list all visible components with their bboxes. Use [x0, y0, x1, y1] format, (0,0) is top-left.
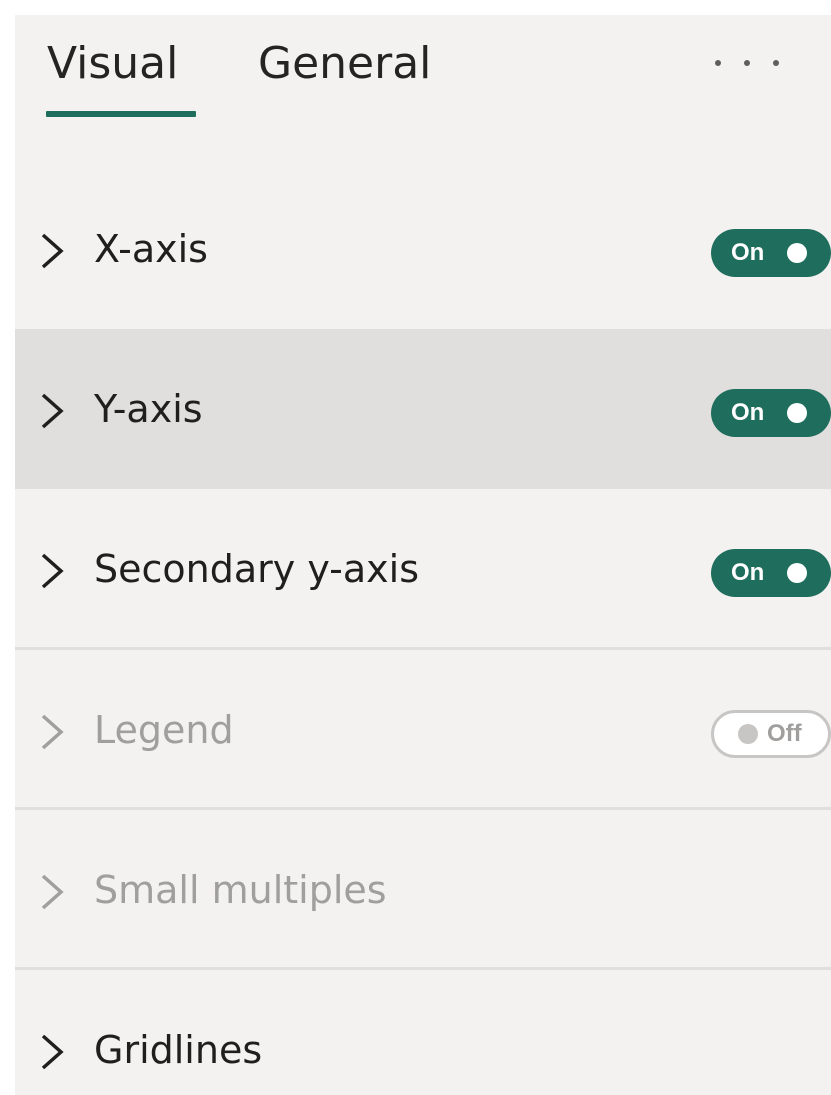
- chevron-right-icon: [41, 714, 64, 750]
- section-secondary-y-axis[interactable]: Secondary y-axis On: [15, 489, 831, 649]
- toggle-knob: [787, 403, 807, 423]
- toggle-knob: [787, 243, 807, 263]
- toggle-state-text: On: [731, 399, 765, 426]
- x-axis-toggle[interactable]: On: [711, 229, 831, 277]
- chevron-right-icon: [41, 233, 64, 269]
- toggle-state-text: On: [731, 559, 765, 586]
- legend-toggle[interactable]: Off: [711, 710, 831, 758]
- active-tab-indicator: [46, 111, 196, 117]
- section-label: Secondary y-axis: [94, 547, 419, 591]
- tab-general[interactable]: General: [258, 39, 431, 89]
- section-y-axis[interactable]: Y-axis On: [15, 329, 831, 489]
- section-small-multiples[interactable]: Small multiples: [15, 807, 831, 970]
- chevron-right-icon: [41, 874, 64, 910]
- section-x-axis[interactable]: X-axis On: [15, 169, 831, 329]
- y-axis-toggle[interactable]: On: [711, 389, 831, 437]
- section-label: Small multiples: [94, 868, 387, 912]
- more-options-icon[interactable]: [715, 53, 779, 73]
- format-tabs: Visual General: [15, 15, 831, 155]
- chevron-right-icon: [41, 553, 64, 589]
- section-label: Gridlines: [94, 1028, 263, 1072]
- section-gridlines[interactable]: Gridlines: [15, 967, 831, 1095]
- toggle-state-text: On: [731, 239, 765, 266]
- secondary-y-axis-toggle[interactable]: On: [711, 549, 831, 597]
- section-label: Y-axis: [94, 387, 203, 431]
- toggle-state-text: Off: [767, 720, 802, 747]
- format-pane: Visual General X-axis On Y-axis On Secon…: [15, 15, 831, 1095]
- more-dot: [744, 60, 750, 66]
- chevron-right-icon: [41, 1034, 64, 1070]
- section-legend[interactable]: Legend Off: [15, 647, 831, 810]
- toggle-knob: [738, 724, 758, 744]
- section-label: Legend: [94, 708, 234, 752]
- toggle-knob: [787, 563, 807, 583]
- chevron-right-icon: [41, 393, 64, 429]
- more-dot: [715, 60, 721, 66]
- section-label: X-axis: [94, 227, 208, 271]
- tab-visual[interactable]: Visual: [47, 39, 178, 89]
- more-dot: [773, 60, 779, 66]
